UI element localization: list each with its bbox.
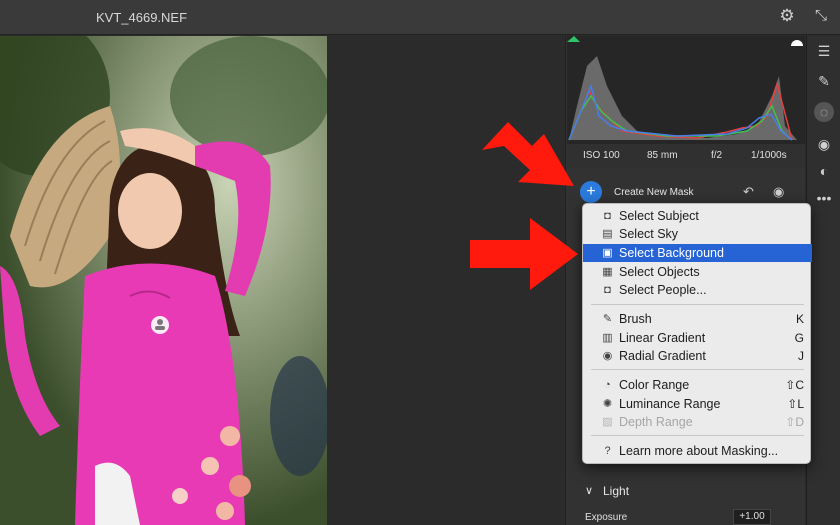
shutter-speed: 1/1000s [751, 150, 787, 161]
linear-gradient-icon: ▥ [602, 332, 613, 344]
objects-icon: ▦ [602, 266, 613, 278]
red-arrow-icon [470, 218, 578, 290]
eye-icon[interactable]: ◉ [773, 184, 784, 200]
undo-icon[interactable]: ↶ [743, 184, 754, 200]
radial-gradient-icon: ◉ [602, 350, 613, 362]
menu-item-select-objects[interactable]: ▦ Select Objects [583, 263, 812, 281]
histogram [567, 36, 805, 144]
photo-image [0, 36, 327, 525]
masking-icon[interactable]: ◌ [814, 102, 834, 122]
sky-icon: ▤ [602, 228, 613, 240]
background-icon: ▣ [602, 247, 613, 259]
luminance-range-icon: ✺ [602, 398, 613, 410]
menu-item-luminance-range[interactable]: ✺ Luminance Range ⇧L [583, 395, 812, 413]
help-icon: ? [604, 445, 611, 457]
menu-item-select-people[interactable]: ◘ Select People... [583, 281, 812, 299]
mask-type-menu: ◘ Select Subject ▤ Select Sky ▣ Select B… [582, 203, 812, 464]
menu-item-radial-gradient[interactable]: ◉ Radial Gradient J [583, 347, 812, 365]
shadow-clip-icon [567, 36, 580, 42]
menu-item-color-range[interactable]: ◔ Color Range ⇧C [583, 376, 812, 394]
menu-item-linear-gradient[interactable]: ▥ Linear Gradient G [583, 329, 812, 347]
iso-value: ISO 100 [583, 150, 620, 161]
highlight-clip-icon [791, 40, 803, 46]
sliders-icon[interactable]: ☰ [814, 41, 834, 61]
presets-icon[interactable]: ◐ [814, 161, 834, 181]
red-arrow-icon [482, 122, 574, 186]
people-icon: ◘ [604, 284, 611, 296]
menu-separator [591, 435, 804, 436]
focal-length: 85 mm [647, 150, 678, 161]
menu-item-brush[interactable]: ✎ Brush K [583, 310, 812, 328]
chevron-down-icon: ∨ [585, 485, 594, 497]
title-bar: KVT_4669.NEF ⚙ ⤡ [0, 0, 840, 35]
depth-range-icon: ▨ [602, 416, 613, 428]
redeye-icon[interactable]: ◉ [814, 134, 834, 154]
menu-item-select-sky[interactable]: ▤ Select Sky [583, 225, 812, 243]
file-name: KVT_4669.NEF [96, 10, 188, 25]
menu-item-learn-more[interactable]: ? Learn more about Masking... [583, 442, 812, 460]
aperture: f/2 [711, 150, 723, 161]
collapse-icon[interactable]: ⤡ [812, 7, 830, 25]
color-range-icon: ◔ [604, 379, 611, 391]
create-mask-label: Create New Mask [614, 187, 694, 198]
more-icon[interactable]: ••• [814, 188, 834, 208]
photo-preview[interactable] [0, 36, 327, 525]
light-section-header[interactable]: ∨ Light [567, 480, 805, 502]
menu-separator [591, 304, 804, 305]
light-label: Light [603, 484, 630, 498]
menu-item-select-subject[interactable]: ◘ Select Subject [583, 207, 812, 225]
person-icon: ◘ [604, 210, 611, 222]
menu-item-select-background[interactable]: ▣ Select Background [583, 244, 812, 262]
menu-separator [591, 369, 804, 370]
healing-icon[interactable]: ✎ [814, 71, 834, 91]
exposure-label: Exposure [585, 512, 628, 523]
exif-bar: ISO 100 85 mm f/2 1/1000s [567, 144, 805, 168]
create-mask-button[interactable]: + [580, 181, 602, 203]
exposure-value-field[interactable]: +1.00 [733, 509, 771, 525]
menu-item-depth-range: ▨ Depth Range ⇧D [602, 415, 804, 429]
brush-icon: ✎ [602, 313, 613, 325]
gear-icon[interactable]: ⚙ [778, 7, 796, 25]
